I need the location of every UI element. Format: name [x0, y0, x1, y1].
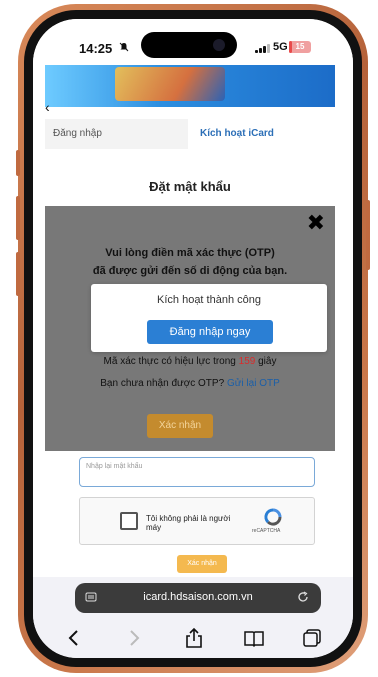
dynamic-island	[141, 32, 237, 58]
otp-message: Vui lòng điền mã xác thực (OTP) đã được …	[45, 244, 335, 280]
address-bar[interactable]: icard.hdsaison.com.vn	[75, 583, 321, 613]
otp-message-line1: Vui lòng điền mã xác thực (OTP)	[105, 247, 275, 259]
battery-icon: 15	[289, 41, 311, 53]
recaptcha-checkbox[interactable]	[120, 512, 138, 530]
recaptcha-widget: Tôi không phải là người máy reCAPTCHA	[79, 497, 315, 545]
recaptcha-logo-icon	[264, 508, 282, 526]
otp-resend-row: Bạn chưa nhận được OTP? Gửi lại OTP	[45, 378, 335, 389]
tabs-icon[interactable]	[301, 627, 323, 649]
battery-level: 15	[295, 42, 305, 51]
otp-message-line2: đã được gửi đến số di động của bạn.	[92, 265, 288, 277]
screen: 14:25 5G 15 ‹ Đăng nhập Kích hoạt iCard …	[33, 19, 353, 658]
otp-validity-suffix: giây	[255, 356, 277, 367]
bell-muted-icon	[119, 42, 129, 55]
credit-card-image	[115, 67, 225, 101]
share-icon[interactable]	[183, 627, 205, 649]
back-chevron-icon[interactable]: ‹	[45, 99, 50, 115]
safari-toolbar: icard.hdsaison.com.vn	[33, 577, 353, 658]
back-icon[interactable]	[63, 627, 85, 649]
tab-login[interactable]: Đăng nhập	[45, 119, 188, 149]
success-message: Kích hoạt thành công	[157, 294, 261, 306]
recaptcha-brand: reCAPTCHA	[252, 528, 281, 534]
battery-fill	[289, 41, 293, 53]
confirm-password-field[interactable]: Nhập lại mật khẩu	[79, 457, 315, 487]
reload-icon[interactable]	[297, 591, 309, 603]
forward-icon[interactable]	[123, 627, 145, 649]
network-type: 5G	[273, 41, 288, 53]
otp-validity-prefix: Mã xác thực có hiệu lực trong	[103, 356, 239, 367]
otp-validity: Mã xác thực có hiệu lực trong 159 giây	[45, 356, 335, 367]
tab-activate-icard[interactable]: Kích hoạt iCard	[188, 119, 335, 149]
bookmarks-icon[interactable]	[243, 627, 265, 649]
resend-otp-link[interactable]: Gửi lại OTP	[227, 378, 280, 389]
url-text: icard.hdsaison.com.vn	[143, 591, 253, 603]
login-now-button[interactable]: Đăng nhập ngay	[147, 320, 273, 344]
power-button	[366, 200, 370, 270]
status-bar: 14:25 5G 15	[33, 19, 353, 65]
volume-up-button	[16, 150, 20, 176]
form-submit-button[interactable]: Xác nhận	[177, 555, 227, 573]
safari-nav-row	[33, 627, 353, 653]
volume-down-button	[16, 196, 20, 240]
promo-banner	[45, 65, 335, 107]
phone-frame: 14:25 5G 15 ‹ Đăng nhập Kích hoạt iCard …	[18, 4, 368, 673]
signal-icon	[255, 43, 270, 53]
otp-resend-prompt: Bạn chưa nhận được OTP?	[100, 378, 227, 389]
page-title: Đặt mật khẩu	[149, 179, 231, 194]
otp-submit-button[interactable]: Xác nhận	[147, 414, 213, 438]
status-time: 14:25	[79, 41, 113, 56]
action-button	[16, 252, 20, 296]
phone-bezel: 14:25 5G 15 ‹ Đăng nhập Kích hoạt iCard …	[24, 10, 362, 667]
camera-icon	[213, 39, 225, 51]
auth-tabs: Đăng nhập Kích hoạt iCard	[45, 119, 335, 149]
recaptcha-label: Tôi không phải là người máy	[146, 514, 231, 532]
success-modal: Kích hoạt thành công Đăng nhập ngay	[91, 284, 327, 352]
otp-countdown: 159	[238, 356, 256, 367]
close-icon[interactable]: ✖	[307, 212, 325, 234]
